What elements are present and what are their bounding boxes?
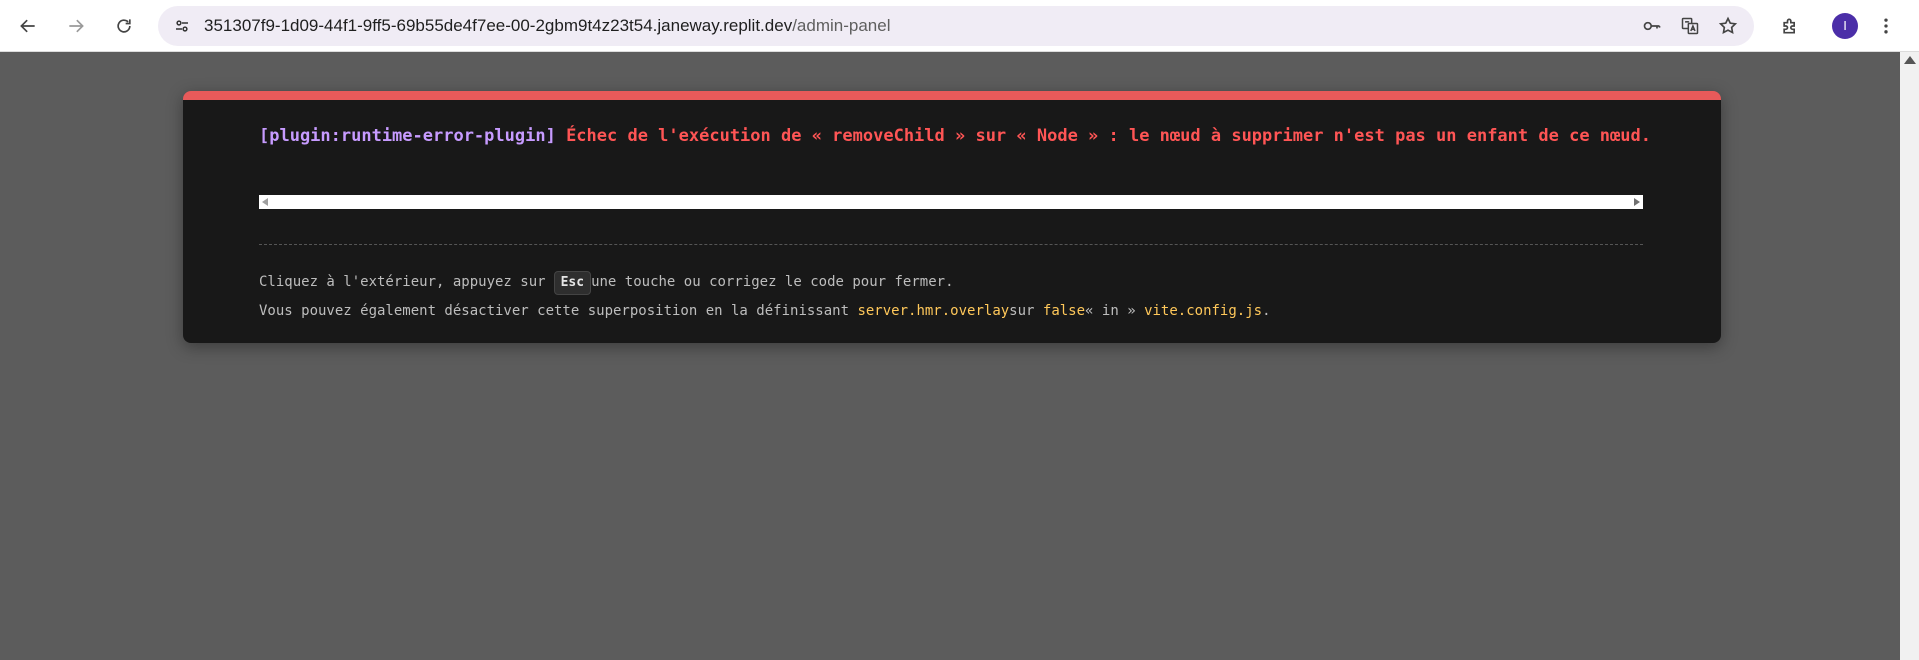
disable-tip-text: Vous pouvez également désactiver cette s… bbox=[259, 303, 858, 319]
scroll-up-arrow-icon[interactable] bbox=[1904, 56, 1916, 64]
extensions-button[interactable] bbox=[1772, 8, 1808, 44]
puzzle-icon bbox=[1783, 18, 1795, 33]
esc-key: Esc bbox=[553, 271, 592, 295]
close-tip-text: Cliquez à l'extérieur, appuyez sur bbox=[259, 274, 546, 290]
config-value: false bbox=[1042, 303, 1086, 319]
error-overlay: [plugin:runtime-error-plugin] Échec de l… bbox=[183, 91, 1721, 343]
config-key: server.hmr.overlay bbox=[857, 303, 1010, 319]
disable-tip: Vous pouvez également désactiver cette s… bbox=[259, 301, 1271, 321]
star-icon bbox=[1718, 16, 1738, 34]
password-button[interactable] bbox=[1638, 12, 1666, 40]
bookmark-button[interactable] bbox=[1714, 12, 1742, 40]
forward-button[interactable] bbox=[58, 8, 94, 44]
horizontal-scrollbar[interactable] bbox=[259, 195, 1643, 209]
divider bbox=[259, 244, 1643, 245]
scroll-left-arrow-icon[interactable] bbox=[262, 198, 268, 206]
translate-button[interactable] bbox=[1676, 12, 1704, 40]
config-file: vite.config.js bbox=[1144, 303, 1263, 319]
reload-icon bbox=[117, 18, 131, 33]
back-button[interactable] bbox=[10, 8, 46, 44]
url-text[interactable]: 351307f9-1d09-44f1-9ff5-69b55de4f7ee-00-… bbox=[204, 16, 890, 36]
page-scrollbar[interactable] bbox=[1900, 52, 1919, 660]
url-path: /admin-panel bbox=[792, 15, 891, 35]
tune-icon bbox=[176, 19, 188, 32]
kebab-menu-icon bbox=[1884, 18, 1888, 33]
error-message: [plugin:runtime-error-plugin] Échec de l… bbox=[259, 123, 1659, 149]
url-host: 351307f9-1d09-44f1-9ff5-69b55de4f7ee-00-… bbox=[204, 15, 793, 35]
site-info-button[interactable] bbox=[168, 12, 196, 40]
disable-tip-in: « in » bbox=[1085, 303, 1145, 319]
close-tip: Cliquez à l'extérieur, appuyez sur Esc une… bbox=[259, 271, 954, 295]
address-bar[interactable]: 351307f9-1d09-44f1-9ff5-69b55de4f7ee-00-… bbox=[158, 5, 1754, 46]
disable-tip-end: . bbox=[1262, 303, 1271, 319]
disable-tip-sur: sur bbox=[1009, 303, 1043, 319]
browser-toolbar: 351307f9-1d09-44f1-9ff5-69b55de4f7ee-00-… bbox=[0, 0, 1919, 52]
arrow-right-icon bbox=[69, 19, 84, 32]
close-tip-text-end: une touche ou corrigez le code pour ferm… bbox=[591, 274, 954, 290]
plugin-label: [plugin:runtime-error-plugin] bbox=[259, 126, 556, 146]
translate-icon bbox=[1681, 17, 1699, 34]
address-bar-actions bbox=[1638, 12, 1742, 40]
reload-button[interactable] bbox=[106, 8, 142, 44]
arrow-left-icon bbox=[20, 19, 35, 32]
scroll-right-arrow-icon[interactable] bbox=[1634, 198, 1640, 206]
profile-avatar[interactable]: I bbox=[1832, 12, 1858, 39]
key-icon bbox=[1643, 21, 1661, 30]
browser-menu-button[interactable] bbox=[1868, 8, 1904, 44]
error-text: Échec de l'exécution de « removeChild » … bbox=[566, 126, 1651, 146]
